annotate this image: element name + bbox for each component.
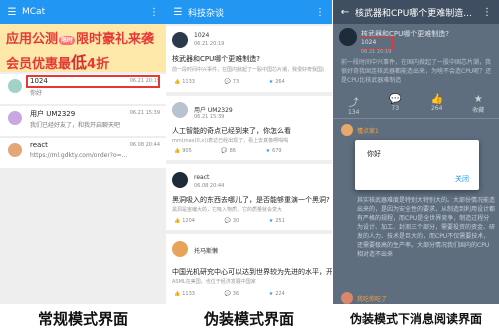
comment-icon: 💬	[224, 218, 231, 224]
banner-line-1: 应用公测 限时 限时豪礼来袭	[6, 32, 155, 47]
message-dialog: 你好 关闭	[355, 140, 479, 190]
comment-icon: 💬	[221, 148, 228, 154]
like-icon: 👍	[174, 291, 181, 297]
banner-line-2: 会员优惠最低4折	[6, 53, 110, 72]
star-icon: ★	[268, 291, 274, 297]
highlight-box	[26, 75, 160, 88]
card-time: 06.21 15:39	[194, 114, 225, 120]
avatar	[172, 102, 188, 118]
share-button[interactable]: ⤴ 134	[339, 94, 369, 116]
chat-name: 用户 UM2329	[30, 110, 76, 118]
divider	[333, 118, 499, 119]
like-icon: 👍	[174, 218, 181, 224]
card-user: 1024	[194, 32, 210, 39]
card-stats: 👍 1133 💬 36 ★ 224	[174, 291, 285, 297]
card-stats: 👍 905 💬 86 ★ 679	[174, 148, 282, 154]
more-icon[interactable]: ⋮	[314, 7, 326, 18]
card-title: 黑洞吸入的东西去哪儿了，是否能够重演一个黑洞?	[172, 196, 330, 204]
caption: 伪装模式界面	[166, 304, 332, 334]
app-title: 核武器和CPU哪个更难制造...	[355, 8, 472, 19]
like-icon: 👍	[174, 79, 181, 85]
panel-disguise-mode: ☰ 科技杂谈 ⋮ 1024 06.21 20:19 核武器和CPU哪个更难制造?…	[166, 0, 332, 334]
post-time: 06.21 20:19	[361, 49, 392, 55]
card-title: 核武器和CPU哪个更难制造?	[172, 55, 260, 63]
card-time: 06.08 20:44	[194, 183, 225, 189]
article-card[interactable]: 1024 06.21 20:19 核武器和CPU哪个更难制造? 前一段时间中兴事…	[166, 26, 332, 92]
app-bar: ☰ 科技杂谈 ⋮	[166, 0, 332, 24]
star-icon: ★	[268, 79, 274, 85]
like-icon: 👍	[430, 94, 443, 105]
comment-user: 我吃你吃了	[357, 296, 388, 303]
more-icon[interactable]: ⋮	[148, 7, 160, 18]
card-title: 中国光机研究中心可以达到世界较为先进的水平，开始	[172, 268, 332, 276]
avatar	[172, 32, 188, 48]
back-arrow-icon[interactable]: ←	[339, 7, 351, 18]
avatar	[339, 28, 357, 46]
article-card[interactable]: react 06.08 20:44 黑洞吸入的东西去哪儿了，是否能够重演一个黑洞…	[166, 164, 332, 230]
avatar	[8, 79, 22, 93]
close-button[interactable]: 关闭	[455, 174, 469, 184]
app-bar: ☰ MCat ⋮	[0, 0, 166, 24]
post-body: 前一段时间中兴事件，在国内掀起了一股中国芯片潮，我很好奇我国连核武器都能造出来，…	[341, 59, 492, 84]
card-user: 用户 UM2329	[194, 107, 233, 114]
app-bar: ← 核武器和CPU哪个更难制造... ⋮	[333, 0, 499, 24]
card-summary: 前一段时间中兴事件，在国内掀起了一股中国芯片潮，我很好奇我国连核武器都能造出来，…	[172, 67, 324, 73]
card-user: 托马斯懒	[194, 248, 219, 255]
caption: 常规模式界面	[0, 304, 166, 334]
comment-icon: 💬	[224, 79, 231, 85]
card-title: 人工智能的奇点已经到来了，你怎么看	[172, 127, 291, 135]
star-icon: ★	[473, 94, 483, 105]
app-title: 科技杂谈	[188, 8, 225, 19]
comment-button[interactable]: 💬 73	[380, 94, 410, 116]
comment-icon: 💬	[389, 94, 402, 105]
article-card[interactable]: 托马斯懒 中国光机研究中心可以达到世界较为先进的水平，开始 ASML在美国，也位…	[166, 234, 332, 304]
avatar	[8, 111, 22, 125]
dialog-message: 你好	[367, 150, 381, 158]
card-user: react	[194, 174, 210, 181]
chat-message: https://ml.gdkty.com/order?o=...	[30, 152, 128, 159]
avatar	[172, 172, 188, 188]
action-bar: ⤴ 134 💬 73 👍 264 ★ 收藏	[333, 94, 499, 116]
card-summary: mm(max(0,x))表达已经出现了，看上去真像啊喝喝	[172, 138, 289, 144]
avatar	[341, 292, 353, 304]
highlight-box	[359, 36, 393, 50]
favorite-button[interactable]: ★ 收藏	[463, 94, 493, 116]
card-stats: 👍 1133 💬 73 ★ 264	[174, 79, 285, 85]
card-summary: ASML在美国，也位于经济发展中国家	[172, 279, 256, 285]
chat-message: 你好	[30, 90, 43, 97]
share-icon: ⤴	[348, 98, 359, 109]
avatar	[341, 124, 353, 136]
like-icon: 👍	[174, 148, 181, 154]
menu-icon[interactable]: ☰	[172, 7, 184, 18]
chat-message: 我们已经好友了，和我开启聊天吧	[30, 122, 121, 129]
article-card[interactable]: 用户 UM2329 06.21 15:39 人工智能的奇点已经到来了，你怎么看 …	[166, 96, 332, 160]
card-time: 06.21 20:19	[194, 41, 225, 47]
comment-icon: 💬	[224, 291, 231, 297]
chat-item[interactable]: 用户 UM2329 06.21 15:39 我们已经好友了，和我开启聊天吧	[0, 106, 166, 136]
menu-icon[interactable]: ☰	[6, 7, 18, 18]
app-title: MCat	[22, 7, 46, 17]
chat-item[interactable]: react 06.08 20:44 https://ml.gdkty.com/o…	[0, 138, 166, 168]
promo-banner[interactable]: 应用公测 限时 限时豪礼来袭 会员优惠最低4折	[0, 24, 166, 72]
card-stats: 👍 1204 💬 30 ★ 251	[174, 218, 285, 224]
more-icon[interactable]: ⋮	[481, 7, 493, 18]
panel-regular-mode: ☰ MCat ⋮ 应用公测 限时 限时豪礼来袭 会员优惠最低4折 1024 06.2…	[0, 0, 166, 334]
comment-text: 其实核武器难度是特别大特别大的。大部份情况能造出来的，是因为安全性的要求，从制造…	[357, 197, 496, 258]
avatar	[172, 241, 188, 257]
panel-disguise-message: ← 核武器和CPU哪个更难制造... ⋮ 核武器和CPU哪个更难制造? 1024…	[333, 0, 499, 334]
card-summary: 黑洞是宙编大的，它吸入物质，它的质量就会变大	[172, 207, 283, 213]
chat-time: 06.08 20:44	[129, 142, 160, 148]
star-icon: ★	[268, 218, 274, 224]
avatar	[8, 143, 22, 157]
like-button[interactable]: 👍 264	[422, 94, 452, 116]
caption: 伪装模式下消息阅读界面	[333, 304, 499, 334]
chat-time: 06.21 15:39	[129, 110, 160, 116]
chat-name: react	[30, 141, 48, 149]
star-icon: ★	[265, 148, 271, 154]
comment-user: 懂点家1	[357, 128, 379, 135]
